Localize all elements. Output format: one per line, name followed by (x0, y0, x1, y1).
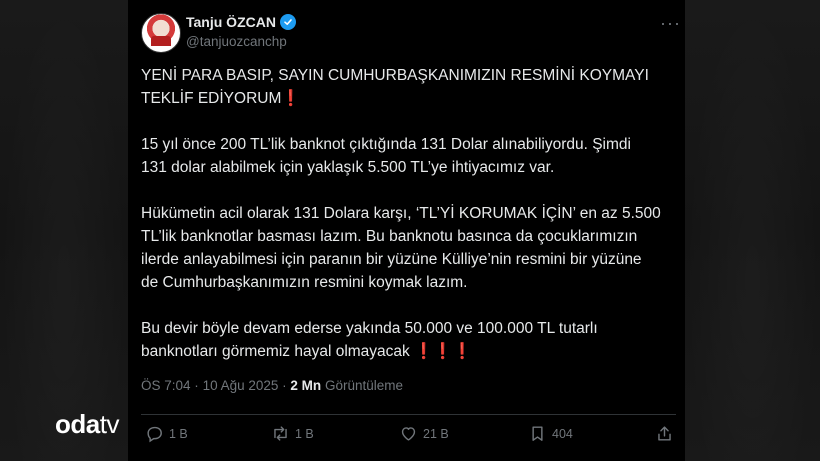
tweet-paragraph: YENİ PARA BASIP, SAYIN CUMHURBAŞKANIMIZI… (141, 67, 649, 107)
author-row: Tanju ÖZCAN (186, 14, 296, 30)
share-icon (658, 426, 671, 441)
author-name[interactable]: Tanju ÖZCAN (186, 14, 276, 30)
reply-icon (147, 426, 162, 443)
like-count: 21 B (423, 426, 449, 441)
exclamation-icons: ❗❗❗ (414, 343, 473, 360)
background-left (0, 0, 128, 461)
reply-button[interactable]: 1 B (145, 424, 188, 443)
bookmark-button[interactable]: 404 (528, 424, 573, 443)
background-right (685, 0, 820, 461)
more-options-icon[interactable]: ··· (660, 13, 681, 34)
tweet-paragraph: Bu devir böyle devam ederse yakında 50.0… (141, 320, 598, 360)
views-label: Görüntüleme (324, 378, 403, 393)
avatar[interactable] (141, 13, 181, 53)
reply-count: 1 B (169, 426, 188, 441)
heart-icon (401, 427, 416, 441)
repost-button[interactable]: 1 B (271, 424, 314, 443)
bookmark-count: 404 (552, 426, 573, 441)
tweet-meta: ÖS 7:04 · 10 Ağu 2025 · 2 Mn Görüntüleme (141, 378, 403, 393)
divider (141, 414, 676, 415)
author-handle[interactable]: @tanjuozcanchp (186, 34, 287, 49)
repost-icon (274, 426, 287, 441)
views-count: 2 Mn (290, 378, 322, 393)
odatv-logo: odatv (55, 409, 119, 439)
verified-badge-icon (279, 14, 296, 30)
tweet-card: Tanju ÖZCAN @tanjuozcanchp ··· YENİ PARA… (128, 0, 685, 461)
action-bar: 1 B 1 B 21 B 404 (145, 424, 677, 448)
tweet-paragraph: 15 yıl önce 200 TL’lik banknot çıktığınd… (141, 136, 631, 176)
exclamation-icon: ❗ (281, 90, 301, 107)
bookmark-icon (532, 426, 543, 441)
meta-separator: · (282, 378, 287, 393)
tweet-text: YENİ PARA BASIP, SAYIN CUMHURBAŞKANIMIZI… (141, 64, 661, 386)
repost-count: 1 B (295, 426, 314, 441)
tweet-time[interactable]: ÖS 7:04 (141, 378, 191, 393)
meta-separator: · (194, 378, 199, 393)
like-button[interactable]: 21 B (399, 424, 449, 443)
tweet-date[interactable]: 10 Ağu 2025 (203, 378, 279, 393)
share-button[interactable] (655, 424, 674, 443)
tweet-paragraph: Hükümetin acil olarak 131 Dolara karşı, … (141, 205, 661, 291)
